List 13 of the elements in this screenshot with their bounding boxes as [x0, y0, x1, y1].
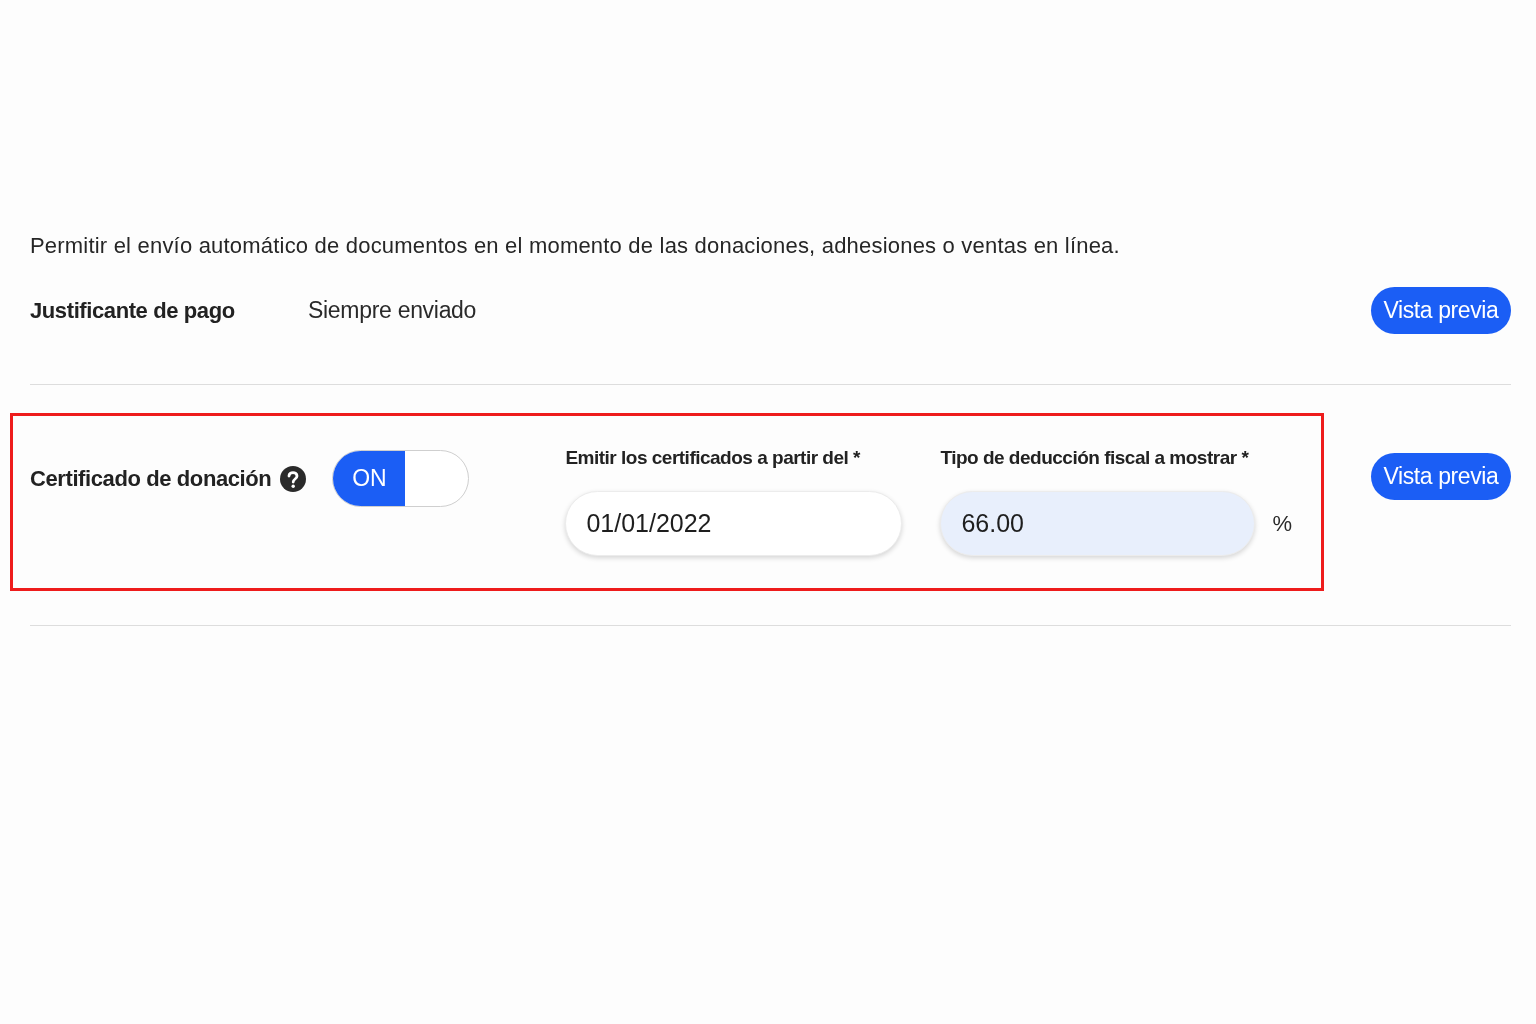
preview-button[interactable]: Vista previa [1371, 287, 1511, 334]
input-field[interactable]: 01/01/2022 [565, 491, 903, 556]
setting-label: Justificante de pago [30, 297, 236, 324]
field-label: Tipo de deducción fiscal a mostrar * [940, 446, 1250, 470]
field-label: Emitir los certificados a partir del * [565, 446, 861, 470]
help-icon[interactable] [280, 465, 307, 492]
setting-label: Certificado de donación [30, 465, 272, 492]
input-field[interactable]: 66.00 [940, 491, 1256, 556]
intro-text: Permitir el envío automático de documentos en el momento de las donaciones, adhesiones o ventas en línea. [30, 232, 1121, 260]
setting-value: Siempre enviado [308, 297, 477, 324]
toggle-switch[interactable]: ON [332, 450, 470, 507]
preview-button[interactable]: Vista previa [1371, 453, 1511, 500]
unit-label: % [1272, 510, 1292, 537]
